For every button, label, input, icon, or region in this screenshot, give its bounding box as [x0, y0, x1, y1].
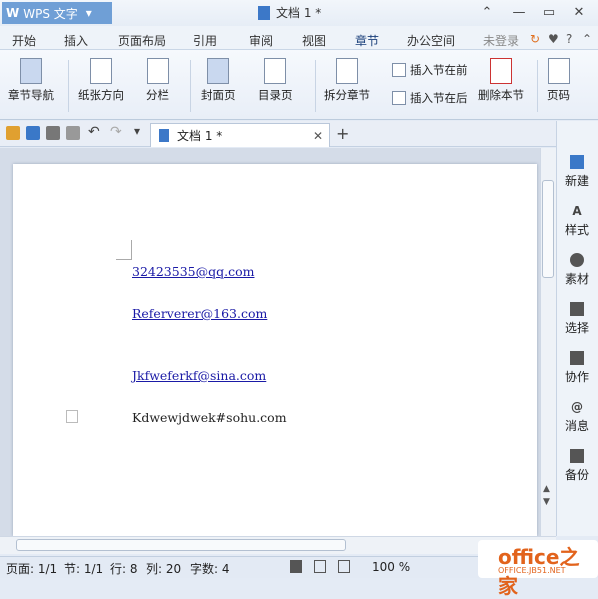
new-doc-icon: [570, 155, 584, 169]
hscroll-thumb[interactable]: [16, 539, 346, 551]
columns-icon: [146, 58, 169, 84]
scrollbar-thumb[interactable]: [542, 180, 554, 278]
status-word-count: 字数: 4: [190, 562, 230, 576]
status-page: 页面: 1/1: [6, 562, 58, 576]
window-title: 文档 1 *: [258, 4, 321, 21]
menu-page-layout[interactable]: 页面布局: [118, 32, 166, 49]
print-preview-icon[interactable]: [66, 126, 80, 140]
login-status[interactable]: 未登录: [483, 32, 519, 49]
side-select[interactable]: 选择: [556, 302, 598, 336]
toc-button[interactable]: 目录页: [258, 58, 293, 103]
email-line-2[interactable]: Referverer@163.com: [132, 306, 267, 321]
side-styles[interactable]: A 样式: [556, 204, 598, 238]
web-view-icon[interactable]: [338, 560, 350, 573]
divider: [68, 60, 69, 112]
page-number-button[interactable]: 页码: [547, 58, 570, 103]
open-icon[interactable]: [6, 126, 20, 140]
window-title-text: 文档 1 *: [276, 6, 322, 20]
menu-view[interactable]: 视图: [302, 32, 326, 49]
tab-document[interactable]: 文档 1 * ✕: [150, 123, 330, 147]
divider: [537, 60, 538, 112]
insert-before-icon: [392, 63, 406, 77]
side-materials[interactable]: 素材: [556, 253, 598, 287]
full-screen-icon[interactable]: [314, 560, 326, 573]
document-page[interactable]: [13, 164, 537, 536]
email-line-3[interactable]: Jkfweferkf@sina.com: [132, 368, 266, 383]
scroll-down-icon[interactable]: ▼: [543, 497, 550, 507]
skin-icon[interactable]: ♥: [548, 32, 559, 46]
email-line-1[interactable]: 32423535@qq.com: [132, 264, 254, 279]
delete-section-button[interactable]: 删除本节: [478, 58, 524, 103]
at-icon: @: [571, 400, 583, 414]
chapter-nav-button[interactable]: 章节导航: [8, 58, 54, 103]
style-icon: A: [572, 204, 582, 218]
orientation-icon: [90, 58, 112, 84]
select-icon: [570, 302, 584, 316]
chevron-up-icon[interactable]: ⌃: [582, 32, 592, 46]
app-name: WPS 文字: [23, 6, 78, 21]
status-section: 节: 1/1: [64, 562, 104, 576]
menu-office-space[interactable]: 办公空间: [407, 32, 455, 49]
divider: [315, 60, 316, 112]
paper-orientation-button[interactable]: 纸张方向: [78, 58, 124, 103]
nav-pane-icon: [20, 58, 42, 84]
chevron-down-icon: ▾: [85, 6, 92, 20]
help-icon[interactable]: ?: [566, 32, 572, 46]
insert-section-before-button[interactable]: 插入节在前: [392, 62, 468, 78]
save-icon[interactable]: [26, 126, 40, 140]
side-messages[interactable]: @ 消息: [556, 400, 598, 434]
divider: [190, 60, 191, 112]
margin-marker: [116, 240, 132, 260]
close-button[interactable]: ✕: [568, 3, 590, 21]
materials-icon: [570, 253, 584, 267]
status-column: 列: 20: [146, 562, 182, 576]
columns-button[interactable]: 分栏: [146, 58, 169, 103]
cover-page-button[interactable]: 封面页: [201, 58, 236, 103]
maximize-button[interactable]: ▭: [538, 3, 560, 21]
paragraph-handle-icon[interactable]: [66, 410, 78, 423]
zoom-level[interactable]: 100 %: [372, 560, 410, 574]
chevron-down-icon[interactable]: ▾: [134, 124, 148, 138]
minimize-button[interactable]: —: [508, 3, 530, 21]
menu-home[interactable]: 开始: [12, 32, 36, 49]
scroll-up-icon[interactable]: ▲: [543, 484, 550, 494]
document-icon: [159, 129, 169, 142]
email-line-4[interactable]: Kdwewjdwek#sohu.com: [132, 410, 287, 425]
office-home-logo: office之家 OFFICE.JB51.NET: [478, 540, 598, 598]
app-menu-button[interactable]: W WPS 文字 ▾: [2, 2, 112, 24]
new-tab-button[interactable]: +: [336, 124, 349, 143]
side-new[interactable]: 新建: [556, 155, 598, 189]
insert-after-icon: [392, 91, 406, 105]
side-collaborate[interactable]: 协作: [556, 351, 598, 385]
menu-review[interactable]: 审阅: [249, 32, 273, 49]
backup-icon: [570, 449, 584, 463]
wps-logo-icon: W: [6, 6, 20, 20]
document-icon: [258, 5, 270, 20]
print-icon[interactable]: [46, 126, 60, 140]
redo-icon[interactable]: ↷: [110, 124, 124, 140]
close-tab-icon[interactable]: ✕: [313, 129, 323, 143]
menu-insert[interactable]: 插入: [64, 32, 88, 49]
page-view-icon[interactable]: [290, 560, 302, 573]
split-icon: [336, 58, 358, 84]
toc-icon: [264, 58, 287, 84]
refresh-icon[interactable]: ↻: [530, 32, 540, 46]
chat-icon: [570, 351, 584, 365]
delete-icon: [490, 58, 512, 84]
undo-icon[interactable]: ↶: [88, 124, 102, 140]
collapse-ribbon-button[interactable]: ⌃: [476, 3, 498, 21]
page-number-icon: [547, 58, 570, 84]
insert-section-after-button[interactable]: 插入节在后: [392, 90, 468, 106]
menu-references[interactable]: 引用: [193, 32, 217, 49]
side-backup[interactable]: 备份: [556, 449, 598, 483]
cover-page-icon: [207, 58, 230, 84]
split-chapter-button[interactable]: 拆分章节: [324, 58, 370, 103]
status-row: 行: 8: [110, 562, 138, 576]
